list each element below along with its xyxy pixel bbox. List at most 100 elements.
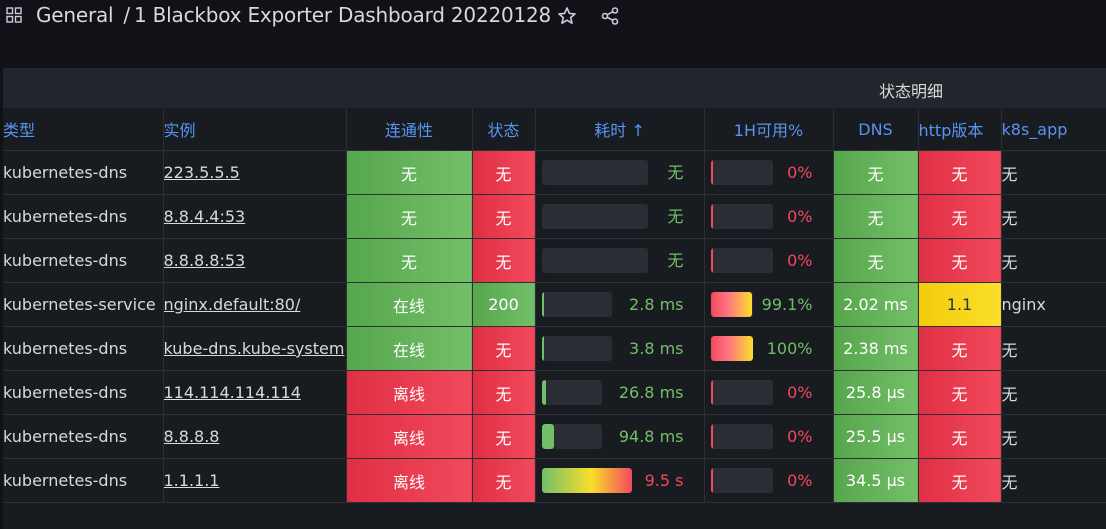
cell-connectivity: 无 — [346, 238, 473, 283]
apps-grid-icon[interactable] — [6, 7, 22, 23]
availability-gauge — [710, 292, 753, 317]
availability-gauge-fill — [710, 292, 753, 317]
instance-link[interactable]: 114.114.114.114 — [164, 383, 301, 402]
column-header-dns[interactable]: DNS — [833, 108, 919, 151]
cell-dns: 34.5 µs — [833, 458, 919, 503]
cell-k8s-app: nginx — [1001, 282, 1106, 327]
instance-link[interactable]: 8.8.8.8:53 — [164, 251, 246, 270]
availability-value: 0% — [787, 163, 813, 182]
cell-connectivity: 离线 — [346, 458, 473, 503]
instance-link[interactable]: 223.5.5.5 — [164, 163, 240, 182]
duration-value: 26.8 ms — [618, 383, 684, 402]
instance-link[interactable]: 8.8.4.4:53 — [164, 207, 246, 226]
availability-value: 99.1% — [761, 295, 813, 314]
cell-type: kubernetes-dns — [3, 370, 164, 415]
cell-http-version: 无 — [918, 150, 1002, 195]
cell-instance: nginx.default:80/ — [163, 282, 347, 327]
availability-value: 0% — [787, 471, 813, 490]
cell-connectivity: 无 — [346, 194, 473, 239]
availability-gauge-fill — [710, 248, 713, 273]
star-icon[interactable] — [557, 6, 577, 26]
share-icon[interactable] — [600, 6, 620, 26]
availability-gauge-fill — [710, 468, 713, 493]
cell-k8s-app: 无 — [1001, 150, 1106, 195]
column-header-http-version[interactable]: http版本 — [918, 108, 1002, 151]
table-row: kubernetes-dns 1.1.1.1 离线无 9.5 s 0% 34.5 µs 无无 — [3, 458, 1106, 503]
instance-link[interactable]: 1.1.1.1 — [164, 471, 220, 490]
instance-link[interactable]: kube-dns.kube-system — [164, 339, 345, 358]
table-row: kubernetes-dns 114.114.114.114 离线无 26.8 ms 0… — [3, 370, 1106, 415]
column-header-connectivity[interactable]: 连通性 — [346, 108, 473, 151]
availability-gauge — [710, 248, 773, 273]
breadcrumb: General /1 Blackbox Exporter Dashboard 20… — [36, 3, 551, 27]
cell-availability: 0% — [704, 238, 834, 283]
cell-type: kubernetes-dns — [3, 150, 164, 195]
cell-availability: 99.1% — [704, 282, 834, 327]
cell-duration: 2.8 ms — [535, 282, 705, 327]
cell-connectivity: 在线 — [346, 282, 473, 327]
status-table: 类型 实例 连通性 状态 耗时 ↑ 1H可用% DNS http版本 k8s_app kuber… — [3, 108, 1106, 503]
cell-type: kubernetes-dns — [3, 326, 164, 371]
cell-availability: 0% — [704, 458, 834, 503]
cell-instance: 8.8.8.8:53 — [163, 238, 347, 283]
column-header-status[interactable]: 状态 — [472, 108, 536, 151]
cell-dns: 无 — [833, 194, 919, 239]
instance-link[interactable]: 8.8.8.8 — [164, 427, 220, 446]
dashboard-title[interactable]: 1 Blackbox Exporter Dashboard 20220128 — [134, 3, 551, 27]
table-row: kubernetes-service nginx.default:80/在线 200… — [3, 282, 1106, 327]
column-group-header: 状态明细 — [3, 68, 1106, 108]
availability-gauge-fill — [710, 204, 713, 229]
column-header-instance[interactable]: 实例 — [163, 108, 347, 151]
duration-gauge-fill — [541, 380, 546, 405]
duration-gauge — [541, 468, 632, 493]
duration-value: 无 — [667, 163, 684, 182]
cell-dns: 无 — [833, 238, 919, 283]
table-row: kubernetes-dns 223.5.5.5 无无无 0% 无无无 — [3, 150, 1106, 195]
status-table-panel: 状态明细 类型 实例 连通性 状态 耗时 ↑ 1H可用% DNS http版本 k8s_app … — [3, 68, 1106, 529]
cell-status: 无 — [472, 370, 536, 415]
availability-gauge — [710, 424, 773, 449]
group-header-label: 状态明细 — [879, 82, 944, 101]
table-row: kubernetes-dns 8.8.8.8:53 无无无 0% 无无无 — [3, 238, 1106, 283]
cell-k8s-app: 无 — [1001, 238, 1106, 283]
cell-connectivity: 无 — [346, 150, 473, 195]
cell-availability: 0% — [704, 194, 834, 239]
table-body: kubernetes-dns 223.5.5.5 无无无 0% 无无无 kubernete… — [3, 150, 1106, 503]
availability-gauge-fill — [710, 424, 713, 449]
cell-connectivity: 离线 — [346, 370, 473, 415]
duration-value: 3.8 ms — [629, 339, 684, 358]
duration-gauge-fill — [541, 424, 554, 449]
column-header-type[interactable]: 类型 — [3, 108, 164, 151]
cell-dns: 25.8 µs — [833, 370, 919, 415]
breadcrumb-folder[interactable]: General — [36, 3, 114, 27]
breadcrumb-separator: / — [123, 3, 130, 27]
cell-connectivity: 在线 — [346, 326, 473, 371]
table-row: kubernetes-dns 8.8.8.8 离线无 94.8 ms 0% 25.5 µs… — [3, 414, 1106, 459]
cell-availability: 100% — [704, 326, 834, 371]
column-header-duration[interactable]: 耗时 ↑ — [535, 108, 705, 151]
cell-dns: 25.5 µs — [833, 414, 919, 459]
duration-gauge — [541, 248, 648, 273]
cell-http-version: 无 — [918, 458, 1002, 503]
cell-status: 200 — [472, 282, 536, 327]
cell-http-version: 无 — [918, 414, 1002, 459]
instance-link[interactable]: nginx.default:80/ — [164, 295, 301, 314]
availability-value: 0% — [787, 383, 813, 402]
cell-http-version: 无 — [918, 238, 1002, 283]
cell-duration: 26.8 ms — [535, 370, 705, 415]
cell-status: 无 — [472, 238, 536, 283]
duration-value: 无 — [667, 207, 684, 226]
cell-instance: 223.5.5.5 — [163, 150, 347, 195]
duration-value: 9.5 s — [644, 471, 684, 490]
duration-gauge — [541, 292, 612, 317]
cell-status: 无 — [472, 194, 536, 239]
column-header-availability[interactable]: 1H可用% — [704, 108, 834, 151]
duration-value: 无 — [667, 251, 684, 270]
column-header-k8s-app[interactable]: k8s_app — [1001, 108, 1106, 151]
cell-k8s-app: 无 — [1001, 370, 1106, 415]
cell-status: 无 — [472, 458, 536, 503]
table-row: kubernetes-dns kube-dns.kube-system 在线无 3.8… — [3, 326, 1106, 371]
cell-duration: 无 — [535, 150, 705, 195]
cell-http-version: 无 — [918, 194, 1002, 239]
availability-value: 100% — [766, 339, 813, 358]
